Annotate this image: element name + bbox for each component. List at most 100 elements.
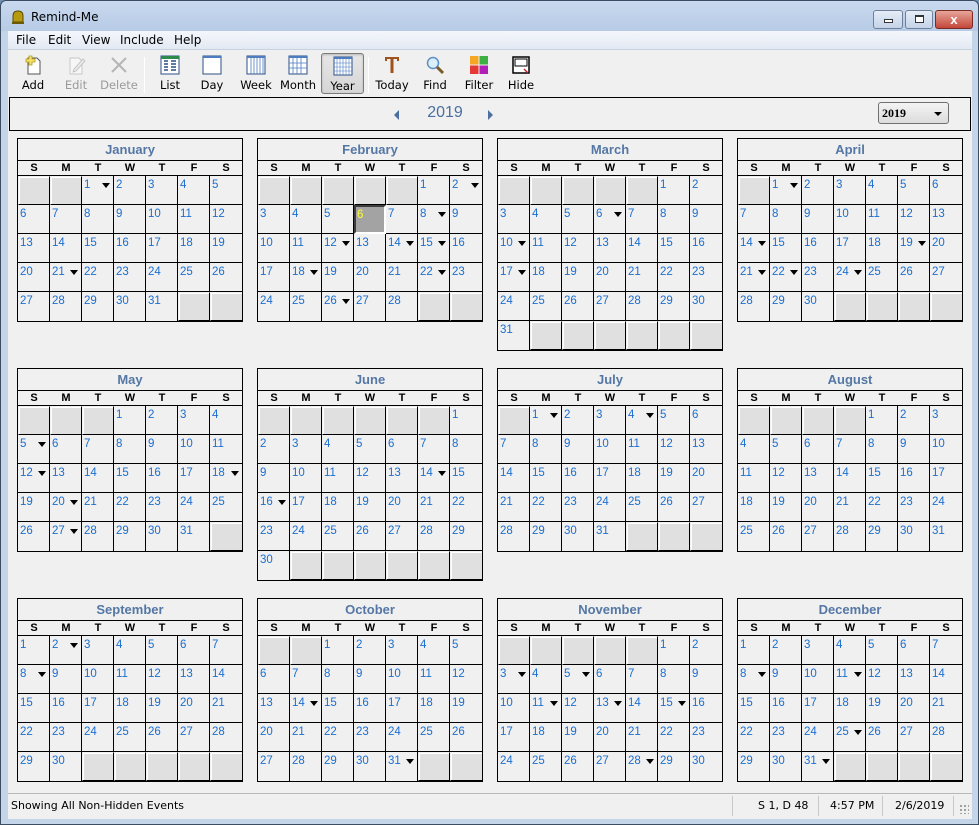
- day-cell[interactable]: 29: [866, 522, 898, 551]
- day-cell[interactable]: 22: [658, 723, 690, 752]
- day-cell[interactable]: 10: [498, 694, 530, 723]
- event-dropdown-icon[interactable]: [614, 212, 622, 217]
- day-cell[interactable]: 8: [18, 665, 50, 694]
- day-cell[interactable]: 16: [562, 464, 594, 493]
- day-cell[interactable]: 22: [738, 723, 770, 752]
- day-cell[interactable]: 3: [594, 406, 626, 435]
- day-cell[interactable]: 8: [450, 435, 482, 464]
- day-cell[interactable]: 18: [178, 234, 210, 263]
- day-cell[interactable]: 7: [738, 205, 770, 234]
- day-cell[interactable]: 6: [50, 435, 82, 464]
- day-cell[interactable]: 24: [930, 493, 962, 522]
- day-cell[interactable]: 27: [354, 292, 386, 321]
- day-cell[interactable]: 2: [50, 636, 82, 665]
- day-cell[interactable]: 10: [290, 464, 322, 493]
- day-cell[interactable]: 28: [738, 292, 770, 321]
- day-cell[interactable]: 27: [258, 752, 290, 781]
- day-cell[interactable]: 28: [834, 522, 866, 551]
- day-cell[interactable]: 12: [18, 464, 50, 493]
- day-cell[interactable]: 11: [866, 205, 898, 234]
- menu-edit[interactable]: Edit: [48, 33, 71, 47]
- event-dropdown-icon[interactable]: [854, 730, 862, 735]
- day-cell[interactable]: 12: [866, 665, 898, 694]
- day-cell[interactable]: 4: [866, 176, 898, 205]
- event-dropdown-icon[interactable]: [406, 241, 414, 246]
- hide-button[interactable]: Hide: [504, 53, 538, 94]
- day-cell[interactable]: 5: [322, 205, 354, 234]
- day-cell[interactable]: 10: [258, 234, 290, 263]
- day-cell[interactable]: 12: [146, 665, 178, 694]
- day-cell[interactable]: 2: [450, 176, 482, 205]
- delete-button[interactable]: Delete: [99, 53, 139, 94]
- event-dropdown-icon[interactable]: [518, 270, 526, 275]
- day-cell[interactable]: 8: [770, 205, 802, 234]
- day-cell[interactable]: 20: [18, 263, 50, 292]
- event-dropdown-icon[interactable]: [646, 413, 654, 418]
- day-cell[interactable]: 17: [82, 694, 114, 723]
- day-cell[interactable]: 1: [738, 636, 770, 665]
- day-cell[interactable]: 23: [450, 263, 482, 292]
- day-cell[interactable]: 12: [770, 464, 802, 493]
- day-cell[interactable]: 3: [258, 205, 290, 234]
- day-cell[interactable]: 25: [866, 263, 898, 292]
- day-cell[interactable]: 17: [146, 234, 178, 263]
- day-cell[interactable]: 15: [738, 694, 770, 723]
- day-cell[interactable]: 21: [738, 263, 770, 292]
- day-cell[interactable]: 29: [322, 752, 354, 781]
- day-cell[interactable]: 18: [626, 464, 658, 493]
- event-dropdown-icon[interactable]: [550, 413, 558, 418]
- day-cell[interactable]: 7: [834, 435, 866, 464]
- day-cell[interactable]: 15: [82, 234, 114, 263]
- day-cell[interactable]: 1: [114, 406, 146, 435]
- year-view-button[interactable]: Year: [321, 53, 364, 94]
- day-cell[interactable]: 22: [866, 493, 898, 522]
- day-cell[interactable]: 11: [530, 234, 562, 263]
- day-cell[interactable]: 1: [418, 176, 450, 205]
- day-cell[interactable]: 31: [930, 522, 962, 551]
- day-cell[interactable]: 26: [210, 263, 242, 292]
- day-cell[interactable]: 26: [658, 493, 690, 522]
- month-title[interactable]: November: [498, 599, 722, 621]
- day-cell[interactable]: 6: [258, 665, 290, 694]
- day-cell[interactable]: 11: [322, 464, 354, 493]
- day-cell[interactable]: 29: [658, 292, 690, 321]
- day-cell[interactable]: 23: [690, 723, 722, 752]
- event-dropdown-icon[interactable]: [758, 270, 766, 275]
- day-cell[interactable]: 4: [290, 205, 322, 234]
- day-cell[interactable]: 1: [530, 406, 562, 435]
- event-dropdown-icon[interactable]: [438, 212, 446, 217]
- month-title[interactable]: July: [498, 369, 722, 391]
- day-cell[interactable]: 14: [626, 234, 658, 263]
- day-cell[interactable]: 25: [290, 292, 322, 321]
- day-cell[interactable]: 6: [898, 636, 930, 665]
- day-cell[interactable]: 4: [626, 406, 658, 435]
- day-cell[interactable]: 21: [834, 493, 866, 522]
- day-cell[interactable]: 16: [690, 234, 722, 263]
- day-cell[interactable]: 22: [114, 493, 146, 522]
- day-cell[interactable]: 30: [770, 752, 802, 781]
- event-dropdown-icon[interactable]: [518, 672, 526, 677]
- day-cell[interactable]: 18: [418, 694, 450, 723]
- day-cell[interactable]: 1: [658, 636, 690, 665]
- day-cell[interactable]: 25: [626, 493, 658, 522]
- day-cell[interactable]: 15: [450, 464, 482, 493]
- day-cell[interactable]: 12: [562, 234, 594, 263]
- event-dropdown-icon[interactable]: [758, 672, 766, 677]
- event-dropdown-icon[interactable]: [70, 500, 78, 505]
- day-cell[interactable]: 24: [802, 723, 834, 752]
- event-dropdown-icon[interactable]: [582, 672, 590, 677]
- day-cell[interactable]: 13: [50, 464, 82, 493]
- day-cell[interactable]: 5: [450, 636, 482, 665]
- day-cell[interactable]: 27: [18, 292, 50, 321]
- month-title[interactable]: December: [738, 599, 962, 621]
- day-cell[interactable]: 16: [258, 493, 290, 522]
- day-cell[interactable]: 23: [898, 493, 930, 522]
- event-dropdown-icon[interactable]: [342, 241, 350, 246]
- day-cell[interactable]: 8: [658, 205, 690, 234]
- day-cell[interactable]: 27: [594, 292, 626, 321]
- day-cell[interactable]: 3: [802, 636, 834, 665]
- day-view-button[interactable]: Day: [194, 53, 230, 94]
- day-cell[interactable]: 7: [626, 665, 658, 694]
- day-cell[interactable]: 28: [210, 723, 242, 752]
- day-cell[interactable]: 19: [770, 493, 802, 522]
